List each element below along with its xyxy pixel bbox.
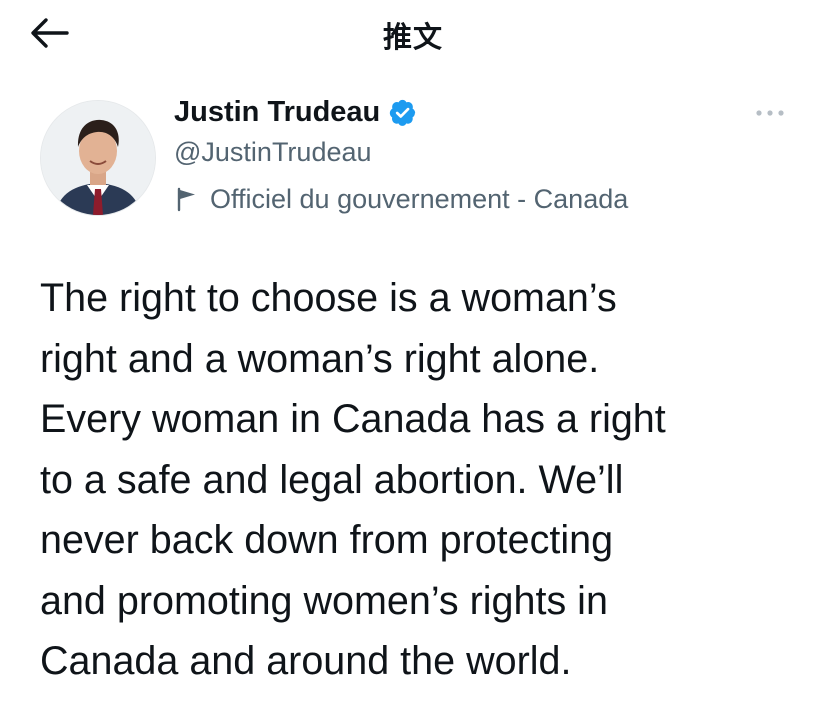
- flag-icon: [174, 186, 200, 212]
- name-row: Justin Trudeau: [174, 92, 734, 132]
- author-block: Justin Trudeau @JustinTrudeau Officiel d…: [174, 92, 734, 217]
- display-name[interactable]: Justin Trudeau: [174, 96, 380, 129]
- more-options-button[interactable]: [752, 100, 788, 128]
- government-label[interactable]: Officiel du gouvernement - Canada: [174, 181, 734, 217]
- page-title: 推文: [382, 20, 443, 54]
- avatar[interactable]: [40, 100, 156, 216]
- verified-badge-icon: [388, 98, 417, 127]
- tweet-text: The right to choose is a woman’s right a…: [40, 276, 666, 683]
- government-label-text: Officiel du gouvernement - Canada: [210, 183, 629, 214]
- top-bar: 推文: [0, 0, 826, 70]
- more-dots-icon: [754, 105, 786, 123]
- user-handle[interactable]: @JustinTrudeau: [174, 137, 734, 173]
